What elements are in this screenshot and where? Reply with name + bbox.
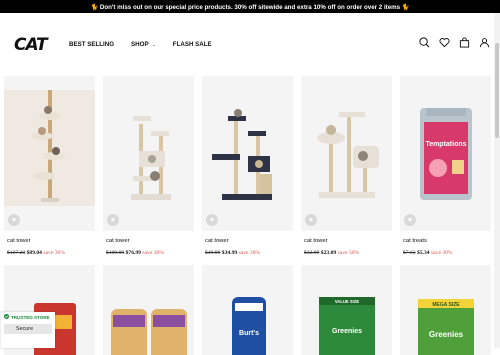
secure-label: Secure <box>4 324 52 334</box>
product-card[interactable]: Temptations ♥ cat treats $7.63 $5.34 sav… <box>400 76 491 256</box>
product-image[interactable]: Burt's <box>202 265 293 355</box>
product-image[interactable]: VALUE SIZE Greenies <box>301 265 392 355</box>
product-card[interactable]: ♥ cat tower $32.99 $23.09 save 30% <box>301 76 392 256</box>
greenies-label: Greenies <box>332 328 362 335</box>
site-logo[interactable]: CAT <box>14 35 48 55</box>
bag-icon[interactable] <box>459 37 470 48</box>
product-card[interactable]: MEGA SIZE Greenies <box>400 265 491 355</box>
product-price: $7.63 $5.34 save 30% <box>403 250 491 256</box>
product-image[interactable] <box>103 265 194 355</box>
burts-label: Burt's <box>239 330 259 337</box>
product-card[interactable]: ♥ cat tower $127.20 $89.04 save 30% <box>4 76 95 256</box>
wishlist-heart-icon[interactable]: ♥ <box>404 214 416 226</box>
old-price: $109.99 <box>106 250 125 256</box>
new-price: $34.99 <box>221 250 238 256</box>
product-price: $49.99 $34.99 save 30% <box>205 250 293 256</box>
new-price: $5.34 <box>417 250 430 256</box>
save-badge: save 30% <box>337 250 360 256</box>
trusted-store-label: TRUSTED STORE <box>11 314 50 320</box>
search-icon[interactable] <box>419 37 430 48</box>
nav-shop[interactable]: SHOP ⌄ <box>131 41 156 48</box>
new-price: $89.04 <box>26 250 42 256</box>
announcement-text: 🐈 Don't miss out on our special price pr… <box>90 3 410 11</box>
value-size-label: VALUE SIZE <box>335 299 360 304</box>
product-image[interactable]: ♥ <box>301 76 392 231</box>
chevron-down-icon: ⌄ <box>151 41 156 48</box>
wishlist-heart-icon[interactable]: ♥ <box>8 214 20 226</box>
nav-best-selling[interactable]: BEST SELLING <box>69 41 114 48</box>
product-row-2: Burt's VALUE SIZE Greenies MEGA SIZE Green… <box>4 265 491 355</box>
product-card[interactable]: ♥ cat tower $49.99 $34.99 save 30% <box>202 76 293 256</box>
save-badge: save 30% <box>238 250 261 256</box>
save-badge: save 30% <box>43 250 65 256</box>
product-title[interactable]: cat tower <box>304 238 392 244</box>
wishlist-heart-icon[interactable]: ♥ <box>305 214 317 226</box>
page-scrollbar[interactable] <box>494 13 500 348</box>
old-price: $7.63 <box>403 250 416 256</box>
product-title[interactable]: cat treats <box>403 238 491 244</box>
product-image[interactable]: ♥ <box>202 76 293 231</box>
check-icon <box>4 314 9 320</box>
new-price: $23.09 <box>320 250 337 256</box>
greenies-label: Greenies <box>429 330 464 339</box>
new-price: $76.99 <box>125 250 141 256</box>
save-badge: save 30% <box>142 250 164 256</box>
heart-icon[interactable] <box>439 37 450 48</box>
old-price: $32.99 <box>304 250 320 256</box>
product-image[interactable]: Temptations ♥ <box>400 76 491 231</box>
product-image[interactable]: ♥ <box>103 76 194 231</box>
nav-label: BEST SELLING <box>69 41 115 48</box>
old-price: $127.20 <box>7 250 26 256</box>
main-nav: BEST SELLING SHOP ⌄ FLASH SALE <box>69 41 212 48</box>
announcement-bar: 🐈 Don't miss out on our special price pr… <box>0 0 500 13</box>
product-card[interactable] <box>103 265 194 355</box>
nav-label: FLASH SALE <box>172 41 212 48</box>
nav-flash-sale[interactable]: FLASH SALE <box>173 41 212 48</box>
old-price: $49.99 <box>205 250 221 256</box>
product-image[interactable]: ♥ <box>4 76 95 231</box>
product-grid: ♥ cat tower $127.20 $89.04 save 30% ♥ ca… <box>4 76 492 256</box>
trusted-store-header: TRUSTED STORE <box>1 312 55 322</box>
product-title[interactable]: cat tower <box>205 238 293 244</box>
site-header: CAT BEST SELLING SHOP ⌄ FLASH SALE <box>0 13 500 76</box>
product-image[interactable]: MEGA SIZE Greenies <box>400 265 491 355</box>
product-price: $127.20 $89.04 save 30% <box>7 250 95 256</box>
wishlist-heart-icon[interactable]: ♥ <box>206 214 218 226</box>
mega-size-label: MEGA SIZE <box>432 302 460 308</box>
product-price: $109.99 $76.99 save 30% <box>106 250 194 256</box>
product-title[interactable]: cat tower <box>7 238 95 244</box>
product-price: $32.99 $23.09 save 30% <box>304 250 392 256</box>
trusted-store-badge[interactable]: TRUSTED STORE Secure <box>1 312 55 348</box>
temptations-label: Temptations <box>425 141 466 148</box>
user-icon[interactable] <box>479 37 490 48</box>
wishlist-heart-icon[interactable]: ♥ <box>107 214 119 226</box>
product-title[interactable]: cat tower <box>106 238 194 244</box>
product-card[interactable]: Burt's <box>202 265 293 355</box>
scrollbar-thumb[interactable] <box>495 43 499 138</box>
header-icons <box>419 37 490 48</box>
save-badge: save 30% <box>431 250 453 256</box>
product-card[interactable]: ♥ cat tower $109.99 $76.99 save 30% <box>103 76 194 256</box>
product-card[interactable]: VALUE SIZE Greenies <box>301 265 392 355</box>
nav-label: SHOP <box>131 41 149 48</box>
product-row: ♥ cat tower $127.20 $89.04 save 30% ♥ ca… <box>4 76 492 256</box>
